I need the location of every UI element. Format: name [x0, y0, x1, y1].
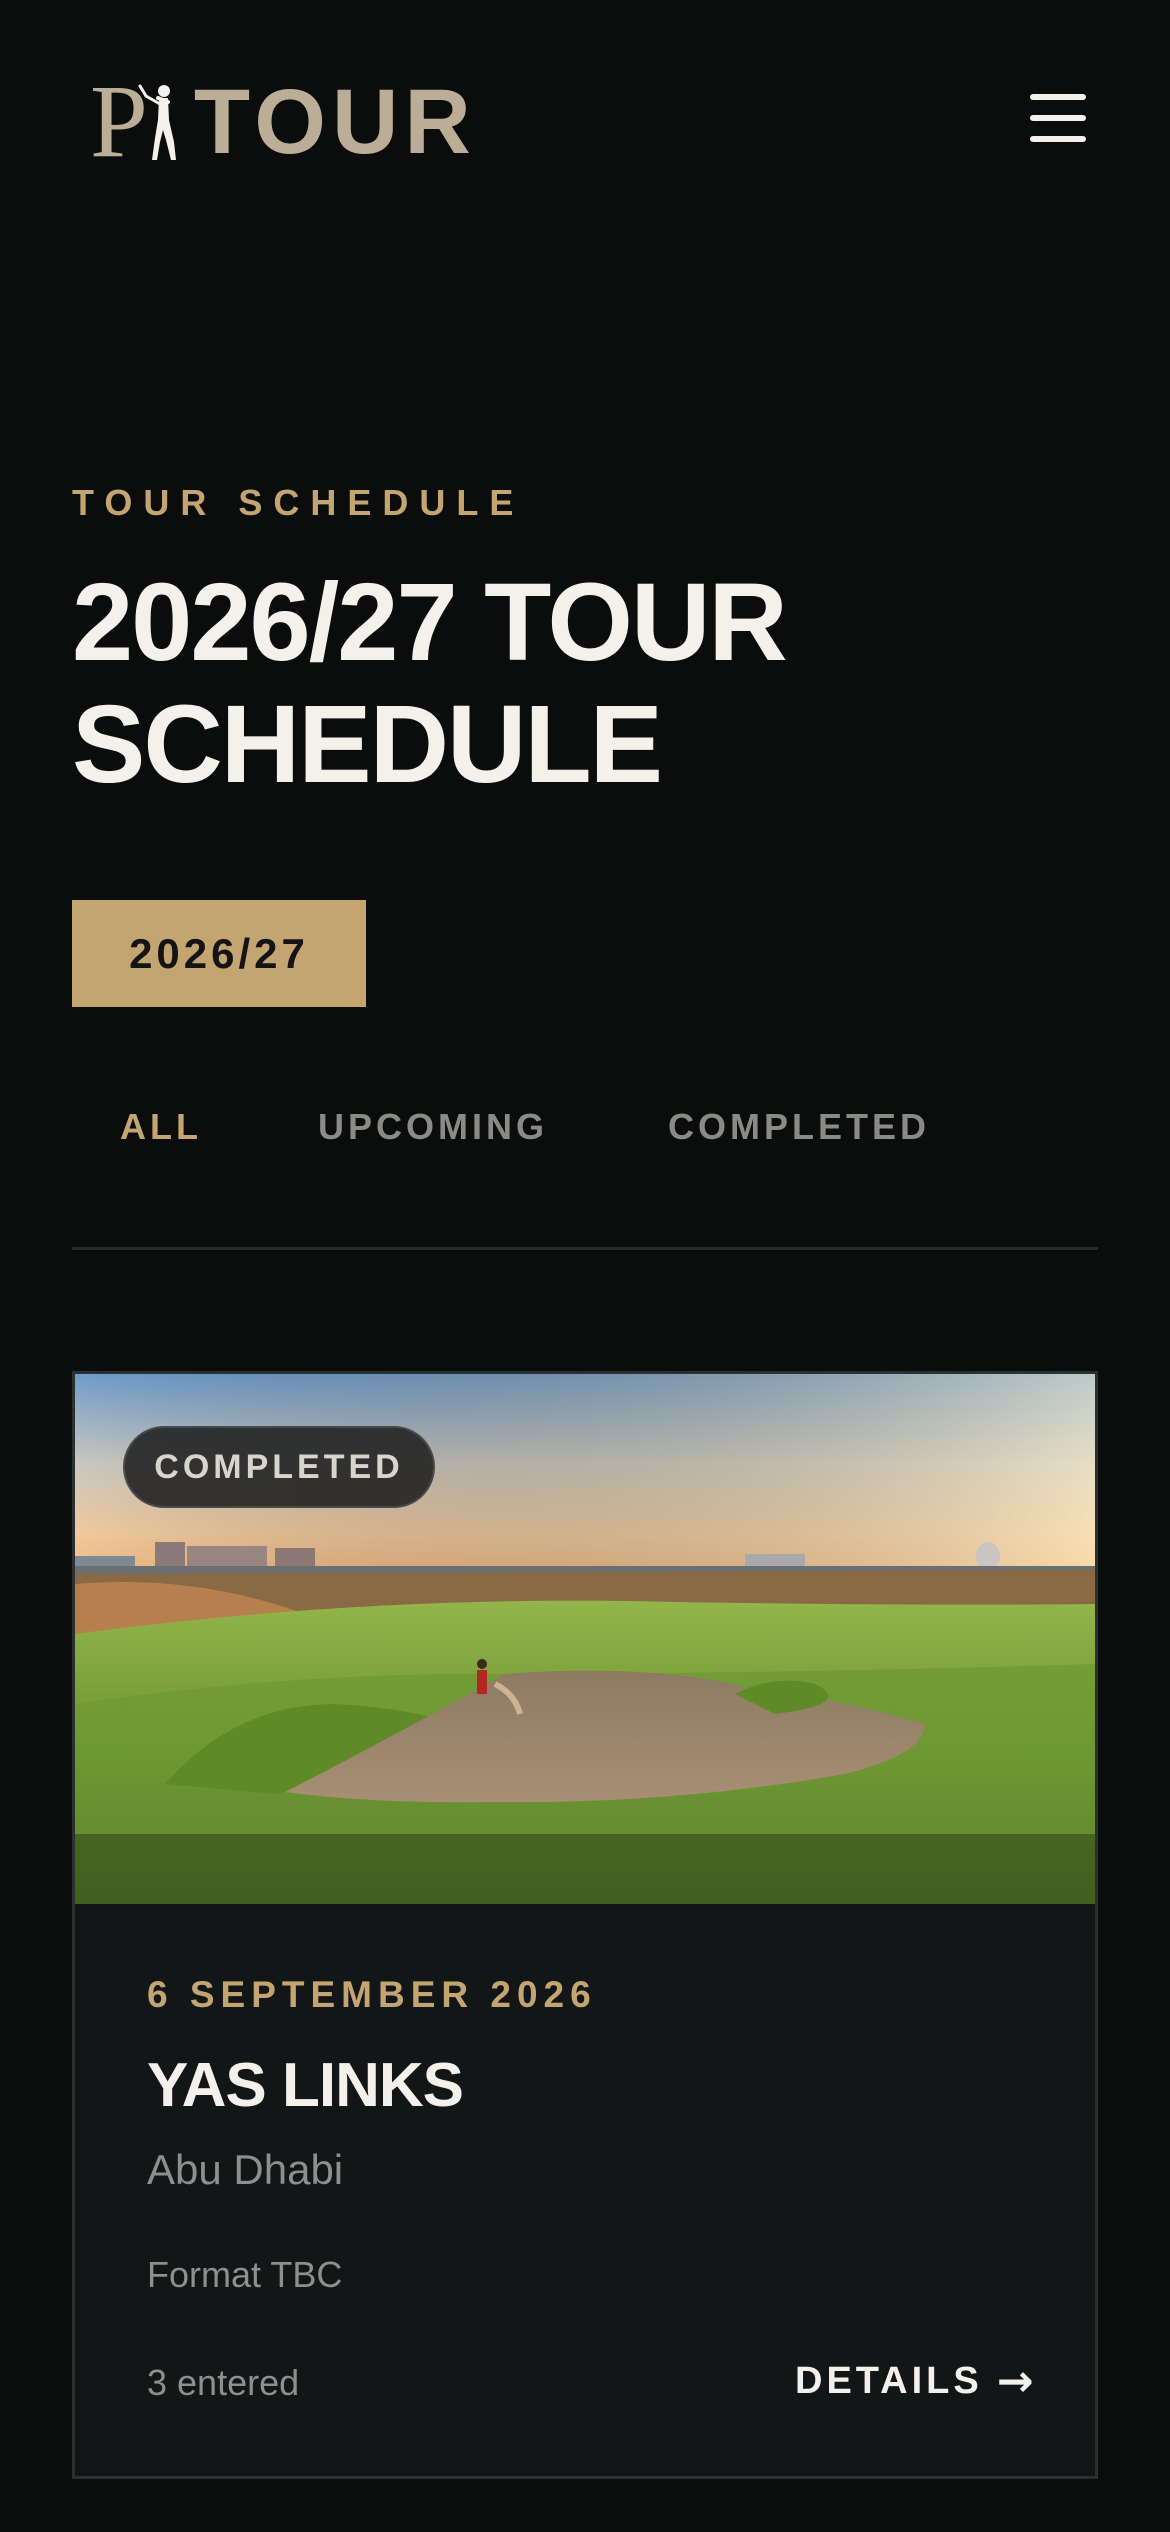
event-image: COMPLETED [75, 1374, 1095, 1904]
event-entrants-count: 3 entered [147, 2362, 300, 2403]
event-date: 6 SEPTEMBER 2026 [147, 1974, 597, 2015]
page-title-line-1: 2026/27 TOUR [72, 561, 788, 684]
arrow-right-icon: → [996, 2356, 1038, 2407]
schedule-filter-tabs: ALL UPCOMING COMPLETED [72, 1090, 1098, 1250]
event-location: Abu Dhabi [147, 2146, 344, 2193]
status-badge: COMPLETED [123, 1426, 435, 1508]
tab-all[interactable]: ALL [120, 1106, 202, 1148]
page-title-line-2: SCHEDULE [72, 683, 663, 806]
event-format: Format TBC [147, 2254, 343, 2295]
site-header: P TOUR [0, 0, 1170, 240]
golfer-icon [138, 84, 176, 160]
section-eyebrow: TOUR SCHEDULE [72, 482, 525, 523]
tab-upcoming[interactable]: UPCOMING [318, 1106, 548, 1148]
hamburger-menu-icon[interactable] [1026, 88, 1090, 148]
menu-line [1030, 94, 1086, 100]
details-label: DETAILS [795, 2360, 983, 2402]
season-selector-button[interactable]: 2026/27 [72, 900, 366, 1007]
logo-text: TOUR [193, 71, 477, 173]
event-card[interactable]: COMPLETED 6 SEPTEMBER 2026 YAS LINKS Abu… [72, 1371, 1098, 2479]
page-title: 2026/27 TOUR SCHEDULE [72, 562, 1072, 806]
tour-logo[interactable]: P TOUR [90, 64, 477, 179]
menu-line [1030, 115, 1086, 121]
menu-line [1030, 136, 1086, 142]
logo-letter: P [90, 64, 148, 179]
event-name: YAS LINKS [147, 2051, 464, 2120]
event-details-link[interactable]: DETAILS → [795, 2356, 1038, 2407]
tab-completed[interactable]: COMPLETED [668, 1106, 930, 1148]
